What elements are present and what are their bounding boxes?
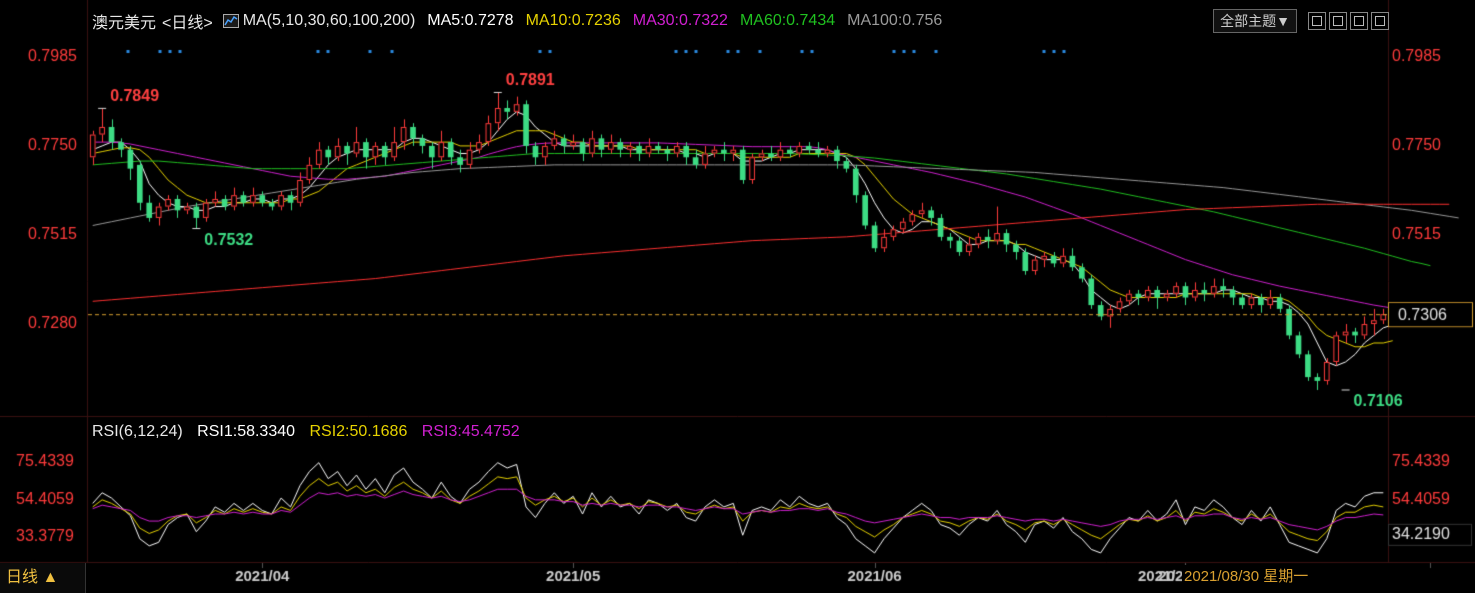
- toolbar: 全部主题▼: [1213, 9, 1389, 33]
- rsi3-value: RSI3:45.4752: [421, 423, 520, 440]
- ma-indicator-icon[interactable]: [222, 14, 239, 28]
- instrument-title[interactable]: 澳元美元: [92, 9, 156, 33]
- main-chart-header: 澳元美元 <日线> MA(5,10,30,60,100,200) MA5:0.7…: [92, 10, 954, 32]
- kline-chart-canvas[interactable]: [0, 0, 1475, 593]
- rsi2-value: RSI2:50.1686: [309, 423, 408, 440]
- ma5-value: MA5:0.7278: [427, 12, 514, 29]
- ma-params[interactable]: MA(5,10,30,60,100,200): [243, 12, 416, 30]
- ma30-value: MA30:0.7322: [632, 12, 728, 29]
- crosshair-icon[interactable]: [1308, 12, 1326, 30]
- theme-select-button[interactable]: 全部主题▼: [1213, 9, 1297, 33]
- play-icon[interactable]: [1350, 12, 1368, 30]
- cursor-date-label: 2021/08/30 星期一: [1182, 565, 1311, 586]
- ma100-value: MA100:0.756: [847, 12, 943, 29]
- period-label[interactable]: <日线>: [162, 9, 213, 33]
- rsi-params[interactable]: RSI(6,12,24): [92, 423, 183, 440]
- period-tab[interactable]: 日线 ▲: [0, 563, 86, 593]
- layout-icon[interactable]: [1329, 12, 1347, 30]
- ma10-value: MA10:0.7236: [525, 12, 621, 29]
- step-icon[interactable]: [1371, 12, 1389, 30]
- rsi-header: RSI(6,12,24) RSI1:58.3340 RSI2:50.1686 R…: [92, 423, 530, 441]
- rsi1-value: RSI1:58.3340: [197, 423, 296, 440]
- ma60-value: MA60:0.7434: [739, 12, 836, 29]
- bottom-bar: 日线 ▲ 2021/08/30 星期一: [0, 563, 1475, 593]
